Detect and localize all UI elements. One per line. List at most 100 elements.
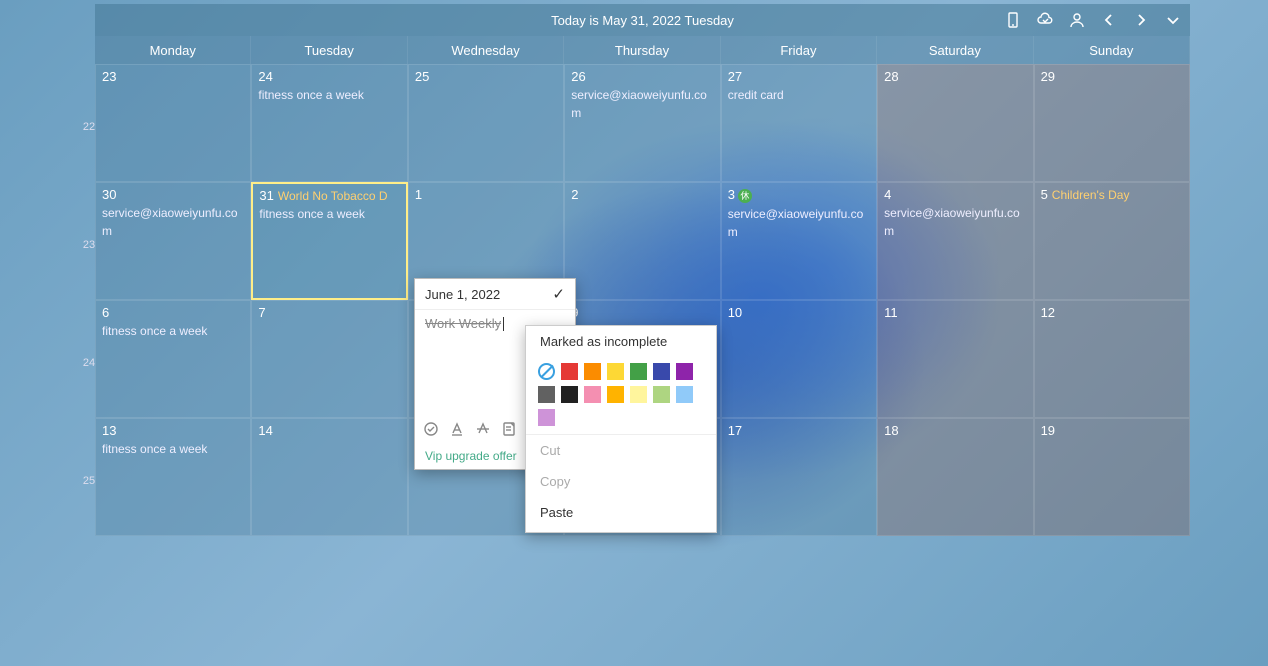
cloud-sync-icon[interactable] bbox=[1036, 11, 1054, 29]
color-swatch[interactable] bbox=[630, 363, 647, 380]
event-text[interactable]: service@xiaoweiyunfu.com bbox=[728, 205, 870, 241]
day-number: 30 bbox=[102, 187, 116, 202]
color-swatch[interactable] bbox=[584, 363, 601, 380]
color-swatch[interactable] bbox=[607, 386, 624, 403]
day-header: Sunday bbox=[1034, 36, 1190, 64]
day-number: 31 bbox=[259, 188, 273, 203]
day-number: 19 bbox=[1041, 423, 1055, 438]
color-swatch[interactable] bbox=[584, 386, 601, 403]
chevron-down-icon[interactable] bbox=[1164, 11, 1182, 29]
color-swatch[interactable] bbox=[561, 363, 578, 380]
event-text[interactable]: fitness once a week bbox=[259, 205, 399, 223]
day-headers: Monday Tuesday Wednesday Thursday Friday… bbox=[95, 36, 1190, 64]
holiday-label: World No Tobacco D bbox=[278, 189, 388, 203]
day-number: 23 bbox=[102, 69, 116, 84]
calendar-cell[interactable]: 5Children's Day bbox=[1034, 182, 1190, 300]
calendar-cell[interactable]: 2 bbox=[564, 182, 720, 300]
week-number-column: 22 23 24 25 bbox=[83, 68, 95, 540]
calendar-cell[interactable]: 31 World No Tobacco D fitness once a week bbox=[251, 182, 407, 300]
title-text: Today is May 31, 2022 Tuesday bbox=[551, 13, 734, 28]
event-text[interactable]: credit card bbox=[728, 86, 870, 104]
day-header: Thursday bbox=[564, 36, 720, 64]
calendar-cell[interactable]: 14 bbox=[251, 418, 407, 536]
calendar-cell[interactable]: 17 bbox=[721, 418, 877, 536]
strikethrough-icon[interactable] bbox=[475, 421, 491, 441]
day-number: 7 bbox=[258, 305, 265, 320]
complete-toggle-icon[interactable] bbox=[423, 421, 439, 441]
day-number: 5 bbox=[1041, 187, 1048, 202]
calendar-cell[interactable]: 3休service@xiaoweiyunfu.com bbox=[721, 182, 877, 300]
device-icon[interactable] bbox=[1004, 11, 1022, 29]
calendar-cell[interactable]: 26 service@xiaoweiyunfu.com bbox=[564, 64, 720, 182]
color-swatch[interactable] bbox=[538, 409, 555, 426]
day-header: Saturday bbox=[877, 36, 1033, 64]
editor-task-text: Work Weekly bbox=[425, 316, 501, 331]
calendar-cell[interactable]: 27 credit card bbox=[721, 64, 877, 182]
event-text[interactable]: fitness once a week bbox=[102, 322, 244, 340]
calendar-cell[interactable]: 13 fitness once a week bbox=[95, 418, 251, 536]
titlebar: Today is May 31, 2022 Tuesday bbox=[95, 4, 1190, 36]
calendar-cell[interactable]: 23 bbox=[95, 64, 251, 182]
ctx-mark-incomplete[interactable]: Marked as incomplete bbox=[526, 326, 716, 357]
calendar-cell[interactable]: 7 bbox=[251, 300, 407, 418]
ctx-paste[interactable]: Paste bbox=[526, 497, 716, 528]
color-swatch[interactable] bbox=[561, 386, 578, 403]
ctx-copy[interactable]: Copy bbox=[526, 466, 716, 497]
color-swatch[interactable] bbox=[653, 363, 670, 380]
day-number: 6 bbox=[102, 305, 109, 320]
day-header: Wednesday bbox=[408, 36, 564, 64]
day-number: 10 bbox=[728, 305, 742, 320]
day-number: 11 bbox=[884, 305, 898, 320]
calendar-cell[interactable]: 30 service@xiaoweiyunfu.com bbox=[95, 182, 251, 300]
holiday-badge: 休 bbox=[738, 189, 752, 203]
titlebar-actions bbox=[1004, 4, 1182, 36]
calendar-cell[interactable]: 18 bbox=[877, 418, 1033, 536]
event-text[interactable]: service@xiaoweiyunfu.com bbox=[884, 204, 1026, 240]
color-swatch[interactable] bbox=[653, 386, 670, 403]
day-header: Friday bbox=[721, 36, 877, 64]
color-swatch[interactable] bbox=[538, 386, 555, 403]
note-icon[interactable] bbox=[501, 421, 517, 441]
calendar-cell[interactable]: 10 bbox=[721, 300, 877, 418]
calendar-cell[interactable]: 19 bbox=[1034, 418, 1190, 536]
day-header: Monday bbox=[95, 36, 251, 64]
color-swatch[interactable] bbox=[676, 363, 693, 380]
forward-icon[interactable] bbox=[1132, 11, 1150, 29]
editor-date: June 1, 2022 bbox=[425, 287, 500, 302]
calendar-cell[interactable]: 28 bbox=[877, 64, 1033, 182]
editor-date-row: June 1, 2022 ✓ bbox=[415, 279, 575, 310]
calendar-cell[interactable]: 25 bbox=[408, 64, 564, 182]
day-number: 13 bbox=[102, 423, 116, 438]
calendar-cell[interactable]: 11 bbox=[877, 300, 1033, 418]
calendar-cell[interactable]: 6 fitness once a week bbox=[95, 300, 251, 418]
ctx-cut[interactable]: Cut bbox=[526, 435, 716, 466]
calendar-cell[interactable]: 24fitness once a week bbox=[251, 64, 407, 182]
event-text[interactable]: fitness once a week bbox=[102, 440, 244, 458]
event-text[interactable]: service@xiaoweiyunfu.com bbox=[102, 204, 244, 240]
color-swatch[interactable] bbox=[538, 363, 555, 380]
back-icon[interactable] bbox=[1100, 11, 1118, 29]
day-number: 27 bbox=[728, 69, 742, 84]
week-num: 25 bbox=[83, 422, 95, 540]
day-number: 12 bbox=[1041, 305, 1055, 320]
day-number: 14 bbox=[258, 423, 272, 438]
event-text[interactable]: fitness once a week bbox=[258, 86, 400, 104]
day-number: 18 bbox=[884, 423, 898, 438]
color-swatch[interactable] bbox=[676, 386, 693, 403]
event-text[interactable]: service@xiaoweiyunfu.com bbox=[571, 86, 713, 122]
calendar-cell[interactable]: 4service@xiaoweiyunfu.com bbox=[877, 182, 1033, 300]
calendar-cell[interactable]: 12 bbox=[1034, 300, 1190, 418]
color-swatch[interactable] bbox=[630, 386, 647, 403]
day-number: 2 bbox=[571, 187, 578, 202]
week-num: 22 bbox=[83, 68, 95, 186]
calendar-cell[interactable]: 29 bbox=[1034, 64, 1190, 182]
day-number: 26 bbox=[571, 69, 585, 84]
day-number: 25 bbox=[415, 69, 429, 84]
day-header: Tuesday bbox=[251, 36, 407, 64]
color-swatch[interactable] bbox=[607, 363, 624, 380]
font-color-icon[interactable] bbox=[449, 421, 465, 441]
confirm-check-icon[interactable]: ✓ bbox=[552, 285, 565, 303]
day-number: 28 bbox=[884, 69, 898, 84]
user-icon[interactable] bbox=[1068, 11, 1086, 29]
day-number: 17 bbox=[728, 423, 742, 438]
